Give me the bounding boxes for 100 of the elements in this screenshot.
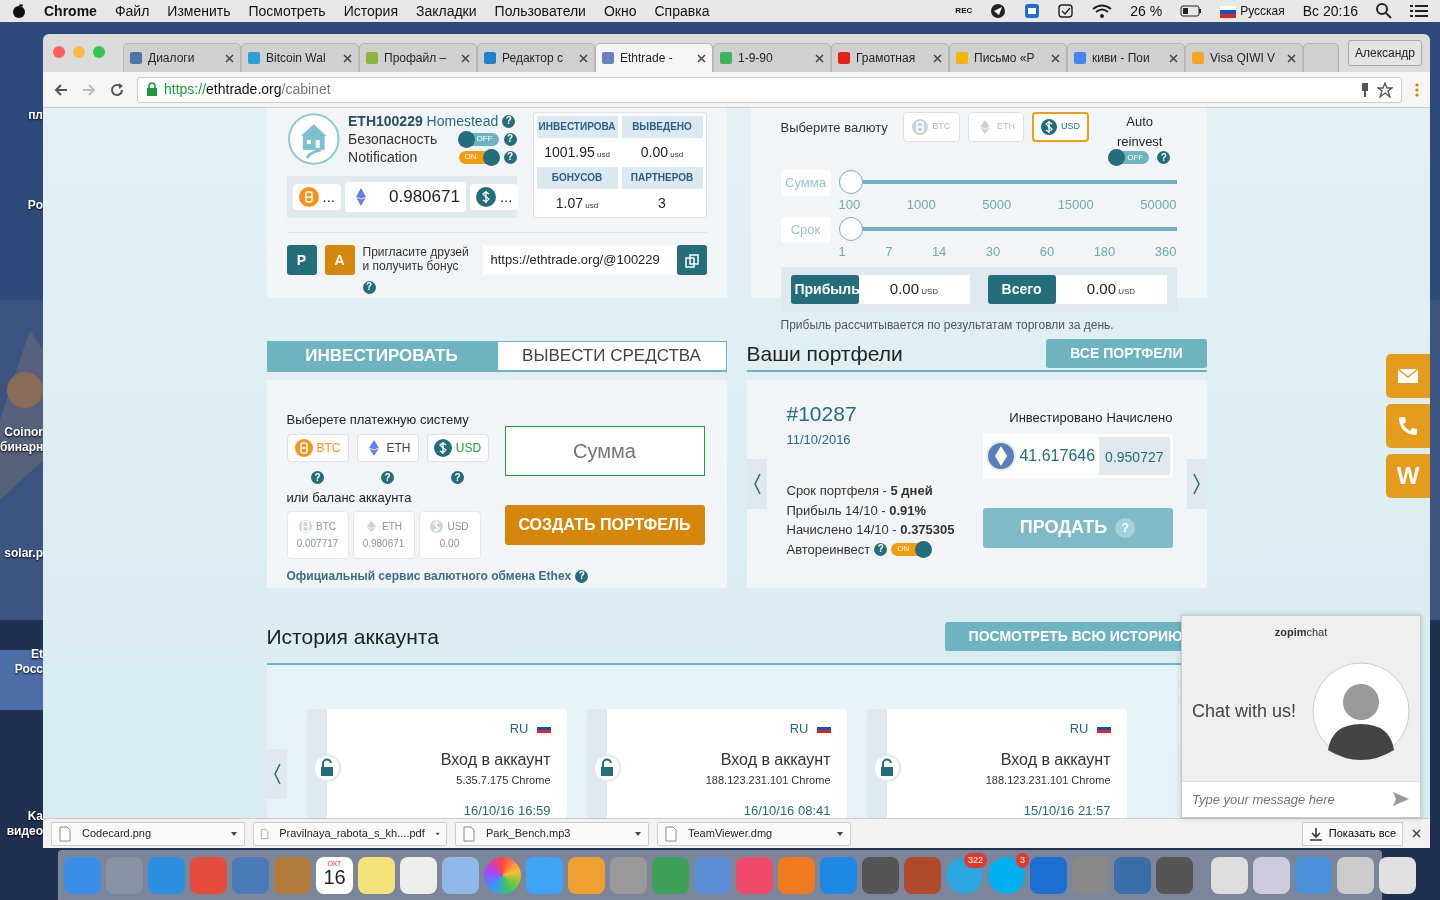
menu-item[interactable]: Изменить (167, 0, 231, 22)
new-tab-button[interactable] (1303, 43, 1339, 72)
help-icon[interactable]: ? (1157, 151, 1171, 164)
input-source[interactable]: Русская (1240, 2, 1285, 20)
desktop-icon-label[interactable]: solar.p (0, 546, 43, 561)
chat-brand: zopimchat (1273, 625, 1329, 640)
menu-item[interactable]: Окно (603, 0, 637, 22)
checkmark-icon[interactable] (1058, 3, 1075, 19)
close-icon[interactable] (1411, 828, 1422, 839)
flag-icon[interactable] (1220, 4, 1237, 18)
invest-tab[interactable]: ВЫВЕСТИ СРЕДСТВА (496, 341, 727, 370)
mail-button[interactable] (1386, 354, 1430, 398)
battery-icon[interactable] (1180, 3, 1203, 19)
download-item[interactable]: TeamViewer.dmg (657, 821, 851, 846)
phone-button[interactable] (1386, 404, 1430, 448)
search-icon[interactable] (1376, 3, 1392, 19)
referral-link-field[interactable]: https://ethtrade.org/@100229 (482, 245, 677, 275)
payment-system-button[interactable]: ETH (356, 433, 419, 462)
address-bar[interactable]: https://ethtrade.org/cabinet (137, 76, 1402, 103)
message-field[interactable]: Type your message here (1182, 781, 1420, 817)
help-icon[interactable]: ? (874, 542, 888, 556)
help-icon[interactable]: ? (362, 280, 376, 294)
browser-tab[interactable]: Грамотная (831, 43, 949, 72)
balance-chip[interactable]: ... (292, 183, 341, 210)
close-icon[interactable] (460, 52, 471, 64)
send-icon[interactable] (990, 3, 1007, 19)
help-icon[interactable]: ? (311, 471, 324, 484)
desktop-icon-label[interactable]: видео (0, 824, 43, 839)
previous-button[interactable] (746, 459, 767, 509)
pin-icon[interactable] (1359, 81, 1371, 98)
next-button[interactable] (1186, 459, 1207, 509)
help-icon[interactable]: ? (575, 569, 589, 583)
browser-tab[interactable]: Bitcoin Wal (241, 43, 359, 72)
balance-chip[interactable]: ... (469, 183, 519, 210)
slider-thumb[interactable] (838, 216, 863, 241)
forward-icon[interactable] (81, 81, 97, 98)
menu-icon[interactable] (1414, 81, 1420, 98)
close-icon[interactable] (1286, 52, 1297, 64)
browser-tab[interactable]: Ethtrade - (595, 43, 713, 72)
lock-icon (146, 82, 158, 97)
app-icon[interactable] (1379, 856, 1416, 894)
profile-button[interactable]: Александр (1347, 40, 1422, 66)
help-icon[interactable]: ? (381, 471, 394, 484)
slider-thumb[interactable] (838, 170, 863, 194)
close-icon[interactable] (696, 52, 707, 64)
menu-item[interactable]: Закладки (415, 0, 477, 22)
app-status-icon[interactable] (1024, 3, 1041, 19)
wifi-icon[interactable] (1092, 3, 1113, 19)
list-icon[interactable] (1410, 3, 1428, 19)
close-icon[interactable] (932, 52, 943, 64)
menu-item[interactable]: История (343, 0, 398, 22)
payment-label: Выберете платежную систему (286, 411, 470, 429)
menu-item[interactable]: Пользователи (494, 0, 586, 22)
close-icon[interactable] (1050, 52, 1061, 64)
window-control[interactable] (73, 46, 85, 58)
help-icon[interactable]: ? (503, 132, 517, 146)
browser-tab[interactable]: 1-9-90 (713, 43, 831, 72)
desktop-icon-label[interactable]: пл (0, 108, 43, 123)
desktop-icon-label[interactable]: Po (0, 198, 43, 213)
close-icon[interactable] (342, 52, 353, 64)
help-icon[interactable]: ? (451, 471, 464, 484)
clock[interactable]: Вс 20:16 (1302, 0, 1358, 22)
menu-item[interactable]: Chrome (44, 0, 97, 22)
show-all-button[interactable]: Показать все (1301, 821, 1403, 846)
download-item[interactable]: Park_Bench.mp3 (455, 821, 649, 846)
balance-chip[interactable]: 0.980671 (345, 182, 466, 212)
help-icon[interactable]: ? (502, 114, 516, 128)
browser-tab[interactable]: Диалоги (123, 43, 241, 72)
browser-tab[interactable]: Редактор с (477, 43, 595, 72)
menu-item[interactable]: Файл (114, 0, 150, 22)
close-icon[interactable] (814, 52, 825, 64)
browser-tab[interactable]: Visa QIWI V (1185, 43, 1303, 72)
close-icon[interactable] (1168, 52, 1179, 64)
referral-button[interactable]: P (286, 245, 317, 275)
desktop-icon-label[interactable]: Coinor (0, 425, 43, 440)
desktop-icon-label[interactable]: бинарн (0, 440, 43, 455)
close-icon[interactable] (224, 52, 235, 64)
exchange-link[interactable]: Официальный сервис валютного обмена Ethex (286, 567, 572, 585)
copy-button[interactable] (676, 245, 707, 275)
currency-button[interactable]: USD (1032, 112, 1089, 142)
star-icon[interactable] (1377, 81, 1393, 98)
close-icon[interactable] (578, 52, 589, 64)
browser-tab[interactable]: киви - Пои (1067, 43, 1185, 72)
desktop-icon-label[interactable]: Et (0, 647, 43, 662)
browser-tab[interactable]: Профайл – (359, 43, 477, 72)
download-item[interactable]: Codecard.png (51, 821, 245, 846)
window-control[interactable] (93, 46, 105, 58)
amount-field[interactable]: Сумма (504, 426, 705, 476)
menu-item[interactable]: Справка (654, 0, 710, 22)
window-control[interactable] (53, 46, 65, 58)
menu-item[interactable]: Посмотреть (248, 0, 326, 22)
help-icon[interactable]: ? (503, 150, 517, 164)
desktop-icon-label[interactable]: Ka (0, 809, 43, 824)
download-item[interactable]: Pravilnaya_rabota_s_kh....pdf (253, 821, 447, 846)
apple-icon[interactable] (12, 3, 26, 19)
browser-tab[interactable]: Письмо «Р (949, 43, 1067, 72)
back-icon[interactable] (53, 81, 69, 98)
reload-icon[interactable] (109, 81, 125, 98)
payment-system-button[interactable]: USD (426, 433, 489, 462)
previous-button[interactable] (266, 748, 287, 799)
